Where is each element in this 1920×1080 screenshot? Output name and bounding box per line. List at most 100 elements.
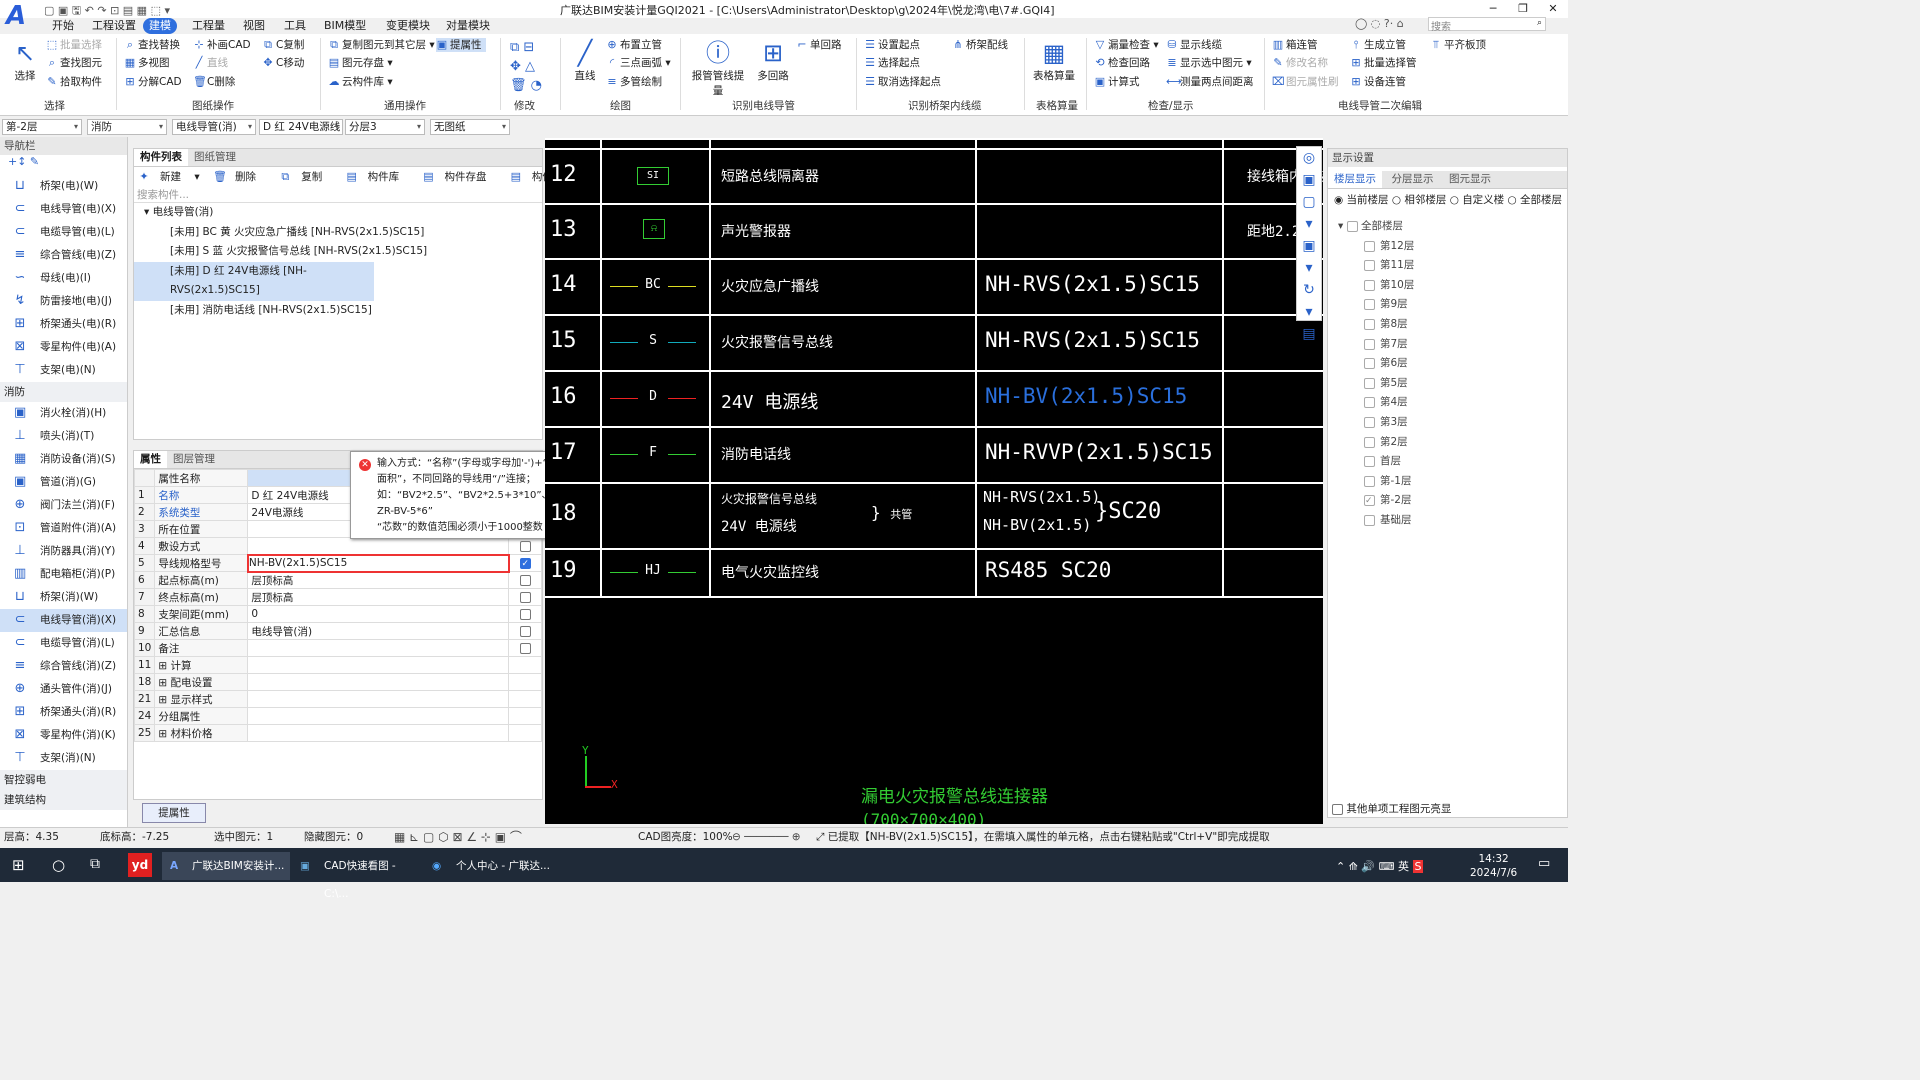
single-circuit-button[interactable]: ⌐ 单回路 [796,38,841,52]
nav-item[interactable]: ⊞ 桥架通头(消)(R) [0,701,127,724]
nav-item[interactable]: ∽ 母线(电)(I) [0,267,127,290]
minimize-button[interactable]: ─ [1478,0,1508,18]
menu-change[interactable]: 变更模块 [380,18,436,34]
status-tools-icon[interactable]: ▦ ⊾ ▢ ⬡ ⊠ ∠ ⊹ ▣ ⌒ [394,828,522,846]
select-start-button[interactable]: ☰ 选择起点 [864,56,920,70]
place-riser-button[interactable]: ⊕ 布置立管 [606,38,662,52]
list-item[interactable]: [未用] 消防电话线 [NH-RVS(2x1.5)SC15] [134,301,542,321]
nav-category-weak[interactable]: 智控弱电 [0,770,127,790]
extract-attr-button[interactable]: 提属性 [142,803,206,823]
floor-item[interactable]: 第2层 [1328,433,1567,453]
checkbox[interactable] [519,642,531,654]
nav-category-structure[interactable]: 建筑结构 [0,790,127,810]
checkbox[interactable]: ✓ [519,557,531,569]
nav-item[interactable]: ⊂ 电缆导管(消)(L) [0,632,127,655]
checkbox[interactable] [1364,416,1375,428]
search-input[interactable]: 搜索 ⌕ [1428,17,1546,33]
cloud-library-button[interactable]: ☁ 云构件库 ▾ [328,75,393,89]
modify-tools-icon[interactable]: ⧉ ⊟ ✥ △ 🗑 ◔ [510,38,542,95]
menu-bim-model[interactable]: BIM模型 [318,18,372,34]
floor-item[interactable]: 第9层 [1328,295,1567,315]
nav-item[interactable]: ⊔ 桥架(消)(W) [0,586,127,609]
show-selected-button[interactable]: ≣ 显示选中图元 ▾ [1166,56,1251,70]
set-start-button[interactable]: ☰ 设置起点 [864,38,920,52]
nav-category-fire[interactable]: 消防 [0,382,127,402]
copy-to-floors-button[interactable]: ⧉ 复制图元到其它层 ▾ [328,38,435,52]
table-calc-button[interactable]: ▦ 表格算量 [1032,38,1076,83]
tab-layer-display[interactable]: 分层显示 [1386,171,1440,188]
attr-brush-button[interactable]: ⌧图元属性刷 [1272,75,1339,89]
floor-item[interactable]: 首层 [1328,452,1567,472]
menu-modeling[interactable]: 建模 [143,18,177,34]
nav-item-selected[interactable]: ⊂ 电线导管(消)(X) [0,609,127,632]
nav-item[interactable]: ⊕ 阀门法兰(消)(F) [0,494,127,517]
floor-item[interactable]: 基础层 [1328,511,1567,531]
floor-item[interactable]: ✓ 第-2层 [1328,491,1567,511]
floor-item[interactable]: 第10层 [1328,276,1567,296]
user-icon[interactable]: ◯ ◌ ?· ⌂ [1355,17,1404,30]
three-point-arc-button[interactable]: ◜ 三点画弧 ▾ [606,56,671,70]
menu-quantity[interactable]: 工程量 [186,18,231,34]
discipline-select[interactable]: 消防 [87,119,167,135]
radio-all-floors[interactable]: ○ 全部楼层 [1508,194,1563,206]
table-row[interactable]: 4 敷设方式 [133,537,542,555]
menu-compare[interactable]: 对量模块 [440,18,496,34]
floor-item[interactable]: 第6层 [1328,354,1567,374]
checkbox[interactable] [1346,220,1358,232]
checkbox[interactable] [519,608,531,620]
type-select[interactable]: 电线导管(消) [172,119,256,135]
floor-tree-root[interactable]: ▾ 全部楼层 [1328,217,1567,237]
show-cable-button[interactable]: ⛁ 显示线缆 [1166,38,1222,52]
batch-select-pipe-button[interactable]: ⊞ 批量选择管 [1350,56,1416,70]
tray-wiring-button[interactable]: ⋔ 桥架配线 [952,38,1008,52]
checkbox[interactable]: ✓ [1364,495,1375,507]
table-row[interactable]: 9 汇总信息 电线导管(消) [133,622,542,640]
tab-element-display[interactable]: 图元显示 [1443,171,1497,188]
menu-project-settings[interactable]: 工程设置 [86,18,142,34]
nav-item[interactable]: ⊂ 电线导管(电)(X) [0,198,127,221]
floor-select[interactable]: 第-2层 [2,119,82,135]
floor-item[interactable]: 第-1层 [1328,472,1567,492]
restore-button[interactable]: ❐ [1508,0,1538,18]
checkbox[interactable] [1364,279,1375,291]
checkbox[interactable] [1364,338,1375,350]
clock[interactable]: 14:32 2024/7/6 [1470,852,1517,880]
nav-item[interactable]: ⊤ 支架(电)(N) [0,359,127,382]
brightness-slider[interactable]: ⊖ ─────── ⊕ [732,828,801,846]
radio-adjacent-floor[interactable]: ○ 相邻楼层 [1392,194,1447,206]
checkbox[interactable] [1364,240,1375,252]
checkbox[interactable] [1364,318,1375,330]
nav-item[interactable]: ≡ 综合管线(消)(Z) [0,655,127,678]
rename-button[interactable]: ✎ 修改名称 [1272,56,1328,70]
table-row[interactable]: 10 备注 [133,639,542,657]
nav-item[interactable]: ⊔ 桥架(电)(W) [0,175,127,198]
checkbox[interactable] [1364,377,1375,389]
layer-select[interactable]: 分层3 [345,119,425,135]
select-big-button[interactable]: ↖ 选择 [8,38,42,83]
table-row[interactable]: 8 支架间距(mm) 0 [133,605,542,623]
checkbox[interactable] [1364,514,1375,526]
tab-component-list[interactable]: 构件列表 [134,149,188,166]
menu-view[interactable]: 视图 [237,18,271,34]
view-toolbar[interactable]: ◎ ▣ ▢ ▾ ▣ ▾ ↻ ▾ ▤ [1296,146,1322,342]
nav-item[interactable]: ⊞ 桥架通头(电)(R) [0,313,127,336]
table-row[interactable]: 25 ⊞ 材料价格 [133,724,542,742]
floor-item[interactable]: 第12层 [1328,237,1567,257]
floor-item[interactable]: 第4层 [1328,393,1567,413]
checkbox[interactable] [519,574,531,586]
table-row[interactable]: 18 ⊞ 配电设置 [133,673,542,691]
cad-copy-button[interactable]: ⧉ C复制 [262,38,304,52]
table-row[interactable]: 7 终点标高(m) 层顶标高 [133,588,542,606]
nav-item[interactable]: ⊤ 支架(消)(N) [0,747,127,770]
table-row[interactable]: 21 ⊞ 显示样式 [133,690,542,708]
missing-check-button[interactable]: ▽ 漏量检查 ▾ [1094,38,1159,52]
checkbox[interactable] [1364,260,1375,272]
checkbox[interactable] [1364,299,1375,311]
floor-item[interactable]: 第5层 [1328,374,1567,394]
nav-item[interactable]: ⊠ 零星构件(电)(A) [0,336,127,359]
checkbox[interactable] [1364,456,1375,468]
checkbox[interactable] [1364,436,1375,448]
view-cube-icon[interactable]: ◎ ▣ ▢ ▾ ▣ ▾ ↻ ▾ ▤ [1297,147,1321,345]
tab-properties[interactable]: 属性 [134,451,167,468]
delete-button[interactable]: 🗑 删除 [213,171,266,184]
